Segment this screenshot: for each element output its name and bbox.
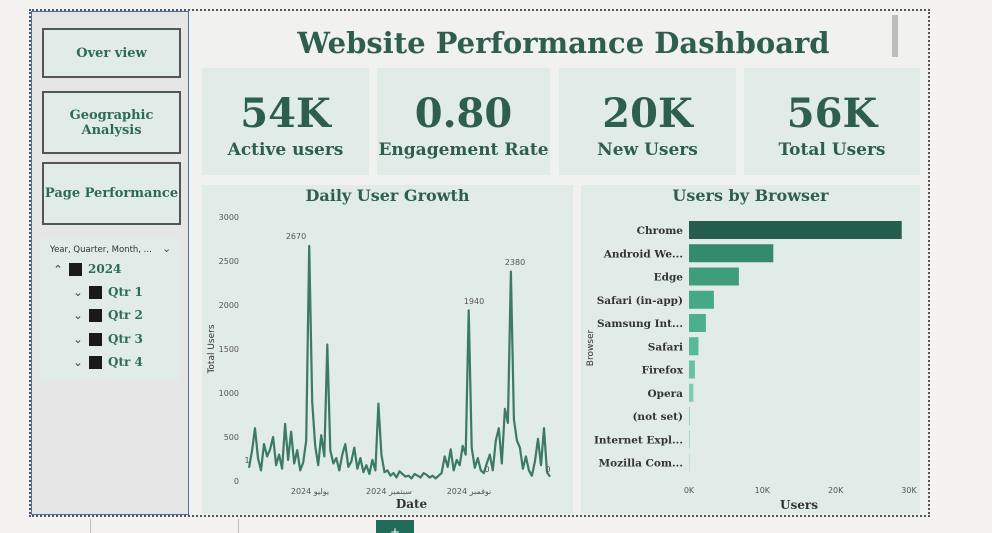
bar-chart: Chrome Android We... Edge Safari (in-app) Sa… (586, 221, 917, 512)
checkbox[interactable] (89, 355, 102, 369)
plus-icon: + (389, 525, 401, 533)
x-tick-label: 30K (901, 486, 917, 495)
slicer-item-qtr2[interactable]: ⌄ Qtr 2 (70, 308, 143, 322)
bar (689, 290, 714, 309)
bar (689, 453, 690, 472)
y-axis-title: Browser (586, 329, 596, 366)
x-tick-label: 20K (828, 486, 844, 495)
x-tick-label: 2024 سبتمبر (366, 487, 412, 496)
category-label: Mozilla Com... (599, 458, 683, 470)
slicer-header: Year, Quarter, Month, ... (50, 245, 152, 255)
checkbox[interactable] (89, 308, 102, 322)
bar (689, 383, 694, 402)
x-tick-label: 10K (755, 486, 771, 495)
y-tick-label: 2000 (219, 301, 239, 310)
y-axis-title: Total Users (207, 324, 217, 374)
kpi-card-new-users: 20K New Users (559, 68, 736, 175)
data-label: 1 (244, 456, 249, 465)
y-tick-label: 3000 (219, 213, 239, 222)
daily-user-growth-panel: Daily User Growth 0 500 1000 1500 2000 2500 30… (202, 185, 573, 514)
date-hierarchy-slicer: Year, Quarter, Month, ... ⌄ ⌃ 2024 ⌄ Qtr… (40, 238, 181, 382)
kpi-label: Engagement Rate (378, 140, 549, 160)
chevron-down-icon[interactable]: ⌄ (70, 286, 86, 299)
sidebar: Over view Geographic Analysis Page Perfo… (31, 11, 189, 515)
bar (689, 221, 902, 239)
y-tick-label: 0 (234, 477, 239, 486)
category-label: Safari (648, 341, 683, 353)
data-label: 0 (484, 465, 489, 474)
category-label: (not set) (632, 411, 683, 423)
kpi-label: New Users (597, 140, 698, 160)
category-label: Samsung Int... (597, 318, 683, 330)
bar (689, 314, 706, 332)
category-label: Internet Expl... (594, 434, 683, 446)
kpi-label: Total Users (778, 140, 886, 160)
chevron-down-icon[interactable]: ⌄ (162, 242, 171, 255)
category-label: Android We... (603, 248, 683, 260)
slicer-item-qtr4[interactable]: ⌄ Qtr 4 (70, 355, 143, 369)
chevron-up-icon[interactable]: ⌃ (50, 263, 66, 276)
slicer-year-label: 2024 (88, 262, 122, 276)
y-tick-label: 1000 (219, 389, 239, 398)
bar (689, 430, 690, 449)
kpi-label: Active users (227, 140, 344, 160)
bar (689, 407, 690, 425)
dashboard-title: Website Performance Dashboard (297, 26, 830, 60)
tab-divider (90, 519, 91, 533)
chevron-down-icon[interactable]: ⌄ (70, 309, 86, 322)
category-label: Safari (in-app) (597, 295, 683, 307)
checkbox[interactable] (69, 262, 82, 276)
kpi-card-active-users: 54K Active users (202, 68, 369, 175)
bar (689, 267, 739, 286)
slicer-quarter-label: Qtr 3 (108, 332, 143, 346)
slicer-item-qtr1[interactable]: ⌄ Qtr 1 (70, 285, 143, 299)
category-label: Edge (654, 272, 684, 284)
y-tick-label: 1500 (219, 345, 239, 354)
x-axis-title: Users (780, 498, 818, 512)
data-label: 1940 (464, 297, 484, 306)
kpi-value: 20K (602, 90, 693, 137)
x-tick-label: 0K (684, 486, 695, 495)
kpi-value: 56K (786, 90, 878, 137)
data-label: 0 (545, 465, 550, 474)
slicer-item-qtr3[interactable]: ⌄ Qtr 3 (70, 332, 143, 346)
checkbox[interactable] (89, 332, 102, 346)
y-tick-label: 2500 (219, 257, 239, 266)
series-line (247, 244, 551, 480)
x-tick-label: 2024 يوليو (291, 487, 329, 496)
bar (689, 337, 699, 356)
slicer-item-2024[interactable]: ⌃ 2024 (50, 262, 121, 276)
overview-button[interactable]: Over view (42, 28, 181, 78)
slicer-quarter-label: Qtr 4 (108, 355, 143, 369)
slicer-quarter-label: Qtr 1 (108, 285, 143, 299)
y-tick-label: 500 (224, 433, 239, 442)
x-axis-title: Date (396, 497, 428, 511)
page-tab-bar (0, 518, 992, 533)
x-tick-label: 2024 نوفمبر (447, 487, 492, 496)
page-performance-button[interactable]: Page Performance (42, 162, 181, 225)
category-label: Chrome (637, 225, 684, 237)
slicer-quarter-label: Qtr 2 (108, 308, 143, 322)
kpi-card-total-users: 56K Total Users (744, 68, 920, 175)
category-label: Opera (647, 388, 683, 400)
checkbox[interactable] (89, 285, 102, 299)
data-label: 2380 (505, 258, 525, 267)
kpi-card-engagement-rate: 0.80 Engagement Rate (377, 68, 550, 175)
vertical-scrollbar[interactable] (892, 15, 898, 57)
chevron-down-icon[interactable]: ⌄ (70, 333, 86, 346)
add-page-button[interactable]: + (376, 520, 414, 533)
category-label: Firefox (642, 365, 684, 377)
tab-divider (238, 519, 239, 533)
data-label: 2670 (286, 232, 306, 241)
bar (689, 244, 774, 263)
geographic-analysis-button[interactable]: Geographic Analysis (42, 91, 181, 154)
users-by-browser-panel: Users by Browser Chrome Android We... Edge… (581, 185, 920, 514)
line-chart: 050010001500200025003000Total UsersDate2… (207, 213, 551, 511)
chevron-down-icon[interactable]: ⌄ (70, 356, 86, 369)
kpi-value: 54K (240, 90, 331, 137)
bar (689, 360, 695, 379)
kpi-value: 0.80 (414, 90, 513, 137)
